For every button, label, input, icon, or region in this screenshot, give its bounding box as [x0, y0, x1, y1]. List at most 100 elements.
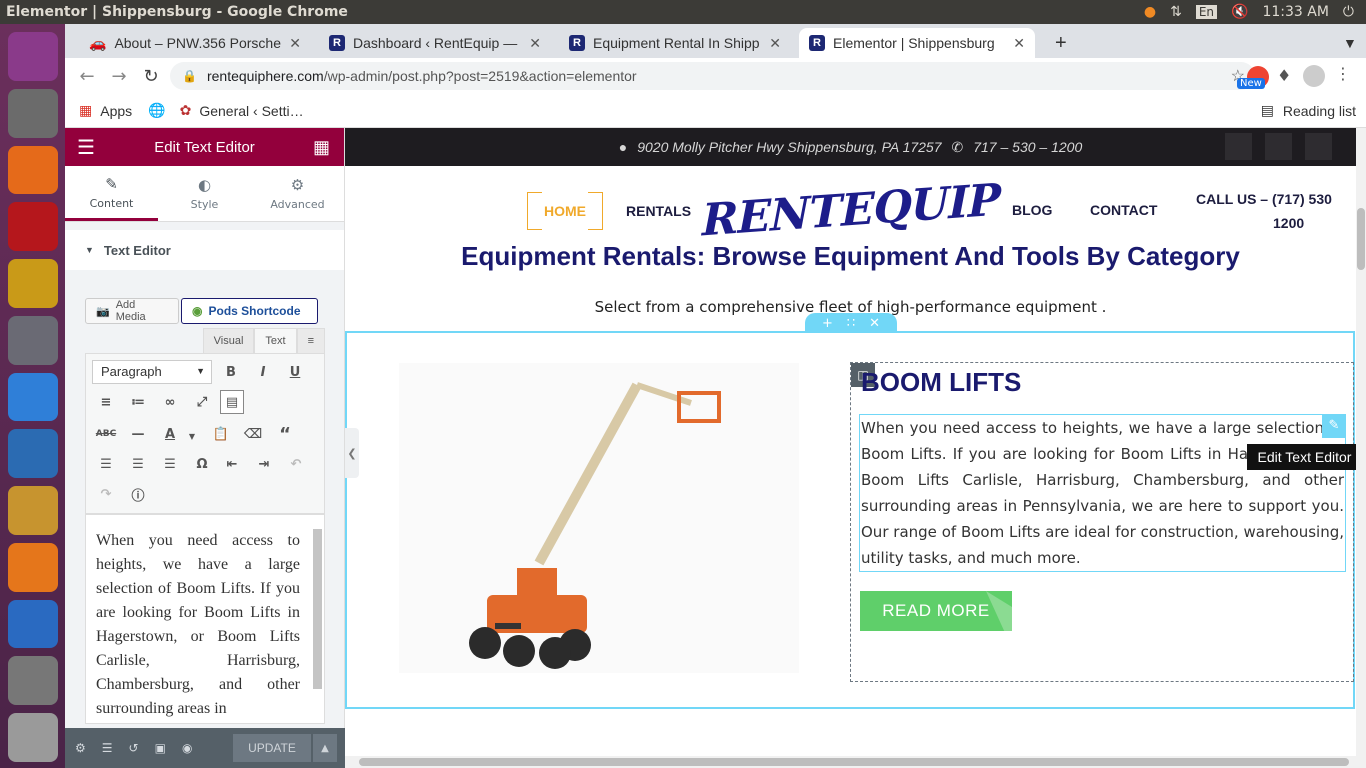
- chrome-menu-icon[interactable]: ⋮: [1335, 64, 1351, 83]
- tab-elementor[interactable]: R Elementor | Shippensburg ✕: [799, 28, 1035, 58]
- tab-equipment-rental[interactable]: R Equipment Rental In Shipp ✕: [559, 28, 791, 58]
- site-phone[interactable]: 717 – 530 – 1200: [973, 139, 1082, 155]
- help-icon[interactable]: ⓘ: [126, 482, 150, 506]
- reading-list[interactable]: Reading list: [1283, 103, 1356, 119]
- lopin-icon[interactable]: [7, 486, 58, 535]
- disk-icon[interactable]: [7, 656, 58, 706]
- text-color-icon[interactable]: A: [158, 422, 182, 446]
- bullet-list-icon[interactable]: ≡: [94, 390, 118, 414]
- text-color-chevron-icon[interactable]: ▼: [180, 424, 204, 448]
- align-right-icon[interactable]: ☰: [158, 452, 182, 476]
- nav-home[interactable]: HOME: [527, 191, 603, 231]
- forward-arrow-icon[interactable]: →: [103, 66, 135, 87]
- toolbar-toggle-icon[interactable]: ▤: [220, 390, 244, 414]
- social-icon[interactable]: [1265, 133, 1292, 160]
- url-omnibox[interactable]: 🔒 rentequiphere.com/wp-admin/post.php?po…: [170, 62, 1255, 90]
- editor-scrollbar[interactable]: [313, 529, 322, 689]
- edit-widget-pencil-icon[interactable]: ✎: [1322, 415, 1345, 438]
- new-tab-button[interactable]: +: [1045, 28, 1075, 58]
- elementor-section-selected[interactable]: + ∷ ✕ ❮ ◫ BOOM LIFTS When you need acces…: [345, 313, 1355, 709]
- close-tab-icon[interactable]: ✕: [1013, 35, 1025, 52]
- call-us-line2[interactable]: 1200: [1273, 215, 1304, 231]
- nav-rentals[interactable]: RENTALS: [626, 203, 691, 219]
- align-center-icon[interactable]: ☰: [126, 452, 150, 476]
- text-editor-widget[interactable]: When you need access to heights, we have…: [859, 414, 1346, 572]
- firefox-tray-icon[interactable]: ●: [1144, 4, 1156, 20]
- outdent-icon[interactable]: ⇤: [220, 452, 244, 476]
- editor-textarea[interactable]: When you need access to heights, we have…: [85, 514, 325, 724]
- chrome-icon[interactable]: [7, 372, 58, 422]
- tab-about-porsche[interactable]: 🚗 About – PNW.356 Porsche ✕: [79, 28, 311, 58]
- blockquote-icon[interactable]: “: [273, 422, 297, 446]
- align-left-icon[interactable]: ☰: [94, 452, 118, 476]
- redo-icon[interactable]: ↷: [94, 482, 118, 506]
- social-icon[interactable]: [1305, 133, 1332, 160]
- add-section-icon[interactable]: +: [822, 316, 833, 331]
- undo-icon[interactable]: ↶: [284, 452, 308, 476]
- social-icon[interactable]: [1225, 133, 1252, 160]
- back-arrow-icon[interactable]: ←: [71, 66, 103, 87]
- filezilla-icon[interactable]: [7, 202, 58, 252]
- scanner-icon[interactable]: [7, 713, 58, 762]
- puzzle-extensions-icon[interactable]: ♦: [1277, 66, 1291, 85]
- ubuntu-dash-icon[interactable]: [7, 32, 58, 81]
- writer-icon[interactable]: [7, 599, 58, 649]
- section-toggle-text-editor[interactable]: ▼ Text Editor: [65, 230, 344, 270]
- delete-section-icon[interactable]: ✕: [869, 316, 880, 331]
- horizontal-scrollbar[interactable]: [345, 756, 1366, 768]
- close-tab-icon[interactable]: ✕: [289, 35, 301, 52]
- files-icon[interactable]: [7, 88, 58, 138]
- bold-icon[interactable]: B: [219, 360, 243, 384]
- tab-advanced[interactable]: ⚙ Advanced: [251, 166, 344, 221]
- underline-icon[interactable]: U: [283, 360, 307, 384]
- numbered-list-icon[interactable]: ≔: [126, 390, 150, 414]
- power-icon[interactable]: ⏻: [1343, 4, 1354, 20]
- panel-collapse-chevron-icon[interactable]: ❮: [345, 428, 359, 478]
- tab-dashboard[interactable]: R Dashboard ‹ RentEquip — ✕: [319, 28, 551, 58]
- read-more-button[interactable]: READ MORE: [860, 591, 1012, 631]
- reload-icon[interactable]: ↻: [135, 66, 167, 87]
- link-icon[interactable]: ∞: [158, 390, 182, 414]
- content-column[interactable]: ◫ BOOM LIFTS When you need access to hei…: [850, 362, 1354, 682]
- paste-text-icon[interactable]: 📋: [209, 422, 233, 446]
- close-tab-icon[interactable]: ✕: [769, 35, 781, 52]
- keyboard-layout-indicator[interactable]: En: [1195, 5, 1218, 19]
- format-select[interactable]: Paragraph ▼: [92, 360, 212, 384]
- update-button[interactable]: UPDATE: [233, 734, 311, 762]
- flame-icon[interactable]: [7, 542, 58, 592]
- horizontal-rule-icon[interactable]: —: [126, 422, 150, 446]
- profile-avatar-icon[interactable]: [1303, 65, 1325, 87]
- settings-icon[interactable]: [7, 315, 58, 365]
- tab-style[interactable]: ◐ Style: [158, 166, 251, 221]
- network-icon[interactable]: ⇅: [1170, 4, 1182, 20]
- text-mode-tab[interactable]: Text: [254, 328, 297, 354]
- history-icon[interactable]: ↺: [129, 741, 139, 755]
- special-character-icon[interactable]: Ω: [190, 452, 214, 476]
- pods-shortcode-button[interactable]: ◉ Pods Shortcode: [181, 298, 318, 324]
- bookmark-apps[interactable]: Apps: [100, 103, 132, 119]
- tab-search-chevron-icon[interactable]: ▼: [1333, 28, 1363, 58]
- visual-mode-tab[interactable]: Visual: [202, 328, 255, 354]
- preview-eye-icon[interactable]: ◉: [182, 741, 192, 755]
- close-tab-icon[interactable]: ✕: [529, 35, 541, 52]
- hamburger-menu-icon[interactable]: ☰: [77, 135, 95, 160]
- italic-icon[interactable]: I: [251, 360, 275, 384]
- add-media-button[interactable]: 📷 Add Media: [85, 298, 179, 324]
- update-options-chevron-icon[interactable]: ▲: [313, 734, 337, 762]
- nav-contact[interactable]: CONTACT: [1090, 202, 1157, 218]
- scrollbar-thumb[interactable]: [1357, 208, 1365, 270]
- strikethrough-icon[interactable]: ABC: [94, 422, 118, 446]
- teapot-icon[interactable]: [7, 259, 58, 308]
- call-us-line1[interactable]: CALL US – (717) 530: [1196, 191, 1332, 207]
- fullscreen-icon[interactable]: ⤢: [190, 390, 214, 414]
- nav-blog[interactable]: BLOG: [1012, 202, 1052, 218]
- responsive-mode-icon[interactable]: ▣: [155, 741, 166, 755]
- clear-formatting-icon[interactable]: ⌫: [241, 422, 265, 446]
- indent-icon[interactable]: ⇥: [252, 452, 276, 476]
- thunderbird-icon[interactable]: [7, 429, 58, 479]
- firefox-icon[interactable]: [7, 145, 58, 195]
- clock[interactable]: 11:33 AM: [1262, 4, 1328, 20]
- widgets-grid-icon[interactable]: ▦: [313, 137, 330, 158]
- drag-handle-icon[interactable]: ∷: [847, 316, 855, 331]
- settings-icon[interactable]: ⚙: [75, 741, 86, 755]
